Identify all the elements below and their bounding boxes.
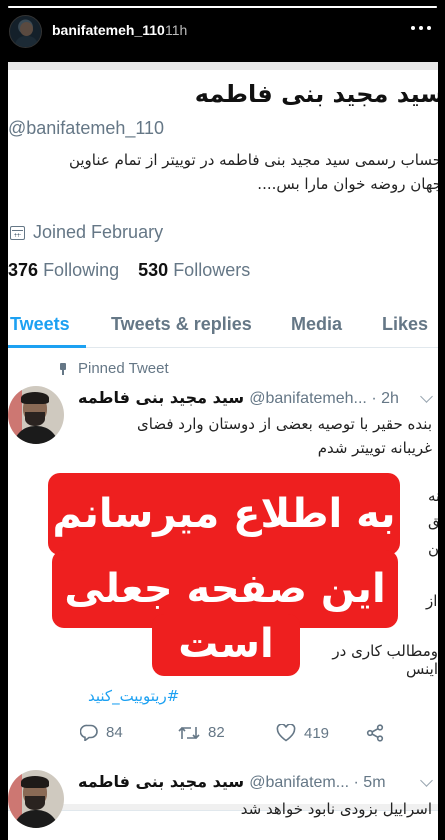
- pinned-label: Pinned Tweet: [58, 360, 169, 377]
- tab-tweets-replies[interactable]: Tweets & replies: [111, 314, 252, 335]
- story-avatar[interactable]: [9, 15, 42, 48]
- tweet-author-name[interactable]: سید مجید بنی فاطمه: [78, 772, 244, 791]
- tweet-line: بنده حقیر با توصیه بعضی از دوستان وارد ف…: [137, 415, 432, 433]
- story-progress-fill: [8, 6, 437, 8]
- share-button[interactable]: [366, 724, 384, 742]
- screenshot-top-edge: [8, 62, 438, 70]
- reply-button[interactable]: 84: [80, 724, 123, 741]
- like-button[interactable]: 419: [276, 724, 329, 742]
- bio-line: حساب رسمی سید مجید بنی فاطمه در توییتر ا…: [68, 151, 438, 169]
- tweet-actions: 84 82 419: [80, 722, 410, 746]
- warning-sticker-line: است: [152, 614, 300, 676]
- warning-sticker-line: به اطلاع میرسانم: [48, 473, 400, 555]
- twitter-screenshot: سید مجید بنی فاطمه @banifatemeh_110 حساب…: [8, 62, 438, 840]
- hashtag-link[interactable]: #ریتوییت_کنید: [88, 687, 179, 705]
- heart-icon: [276, 724, 296, 742]
- retweet-icon: [178, 726, 200, 739]
- tweet-avatar[interactable]: [8, 770, 64, 828]
- profile-name: سید مجید بنی فاطمه: [194, 80, 438, 108]
- story-time: 11h: [165, 22, 188, 38]
- profile-bio: حساب رسمی سید مجید بنی فاطمه در توییتر ا…: [8, 148, 438, 196]
- pin-icon: [58, 362, 68, 375]
- tweet-partial-text: انق: [428, 512, 438, 530]
- joined-date: Joined February: [10, 222, 163, 243]
- reply-icon: [80, 724, 98, 741]
- chevron-down-icon[interactable]: [420, 774, 433, 787]
- story-progress-bar: [8, 6, 437, 8]
- tweet-handle-time: @banifatem... · 5m: [249, 774, 386, 791]
- followers-label: Followers: [173, 260, 251, 280]
- following-label: Following: [43, 260, 120, 280]
- more-options-icon[interactable]: [411, 26, 431, 32]
- tweet-avatar[interactable]: [8, 386, 64, 444]
- tweet-partial-text: ومطالب کاری در اینس: [332, 642, 438, 678]
- tweet-line: غریبانه توییتر شدم: [317, 439, 432, 457]
- tweet-body: بنده حقیر با توصیه بعضی از دوستان وارد ف…: [72, 412, 432, 460]
- tweet-handle-time: @banifatemeh... · 2h: [249, 390, 399, 407]
- tweet-partial-text: از: [426, 592, 438, 610]
- following-count: 376: [8, 260, 39, 280]
- tweet-header: سید مجید بنی فاطمه @banifatem... · 5m: [78, 772, 386, 792]
- tweet-partial-text: تن: [428, 539, 438, 557]
- active-tab-indicator: [8, 345, 86, 348]
- retweet-button[interactable]: 82: [178, 724, 225, 741]
- tab-media[interactable]: Media: [291, 314, 342, 335]
- profile-tabs: Tweets Tweets & replies Media Likes: [8, 302, 438, 348]
- tweet-author-name[interactable]: سید مجید بنی فاطمه: [78, 388, 244, 407]
- story-username[interactable]: banifatemeh_110: [52, 22, 165, 38]
- story-header: banifatemeh_110 11h: [0, 0, 445, 70]
- tweet-header: سید مجید بنی فاطمه @banifatemeh... · 2h: [78, 388, 399, 408]
- calendar-icon: [10, 225, 25, 240]
- followers-count: 530: [138, 260, 169, 280]
- tweet-body: اسراییل بزودی نابود خواهد شد: [72, 797, 432, 821]
- profile-handle: @banifatemeh_110: [8, 118, 165, 138]
- tweet-line: اسراییل بزودی نابود خواهد شد: [240, 800, 432, 818]
- chevron-down-icon[interactable]: [420, 390, 433, 403]
- like-count: 419: [304, 724, 330, 742]
- follow-stats: 376 Following 530 Followers: [8, 260, 250, 281]
- retweet-count: 82: [208, 724, 225, 741]
- followers-link[interactable]: 530 Followers: [138, 260, 250, 280]
- share-icon: [366, 724, 384, 742]
- tab-tweets[interactable]: Tweets: [10, 314, 70, 335]
- tweet-partial-text: ینه: [428, 487, 438, 505]
- reply-count: 84: [106, 724, 123, 741]
- joined-label: Joined February: [33, 222, 164, 242]
- bio-line: جهان روضه خوان مارا بس....: [257, 175, 438, 193]
- pinned-text: Pinned Tweet: [78, 360, 169, 377]
- following-link[interactable]: 376 Following: [8, 260, 119, 280]
- tab-likes[interactable]: Likes: [382, 314, 428, 335]
